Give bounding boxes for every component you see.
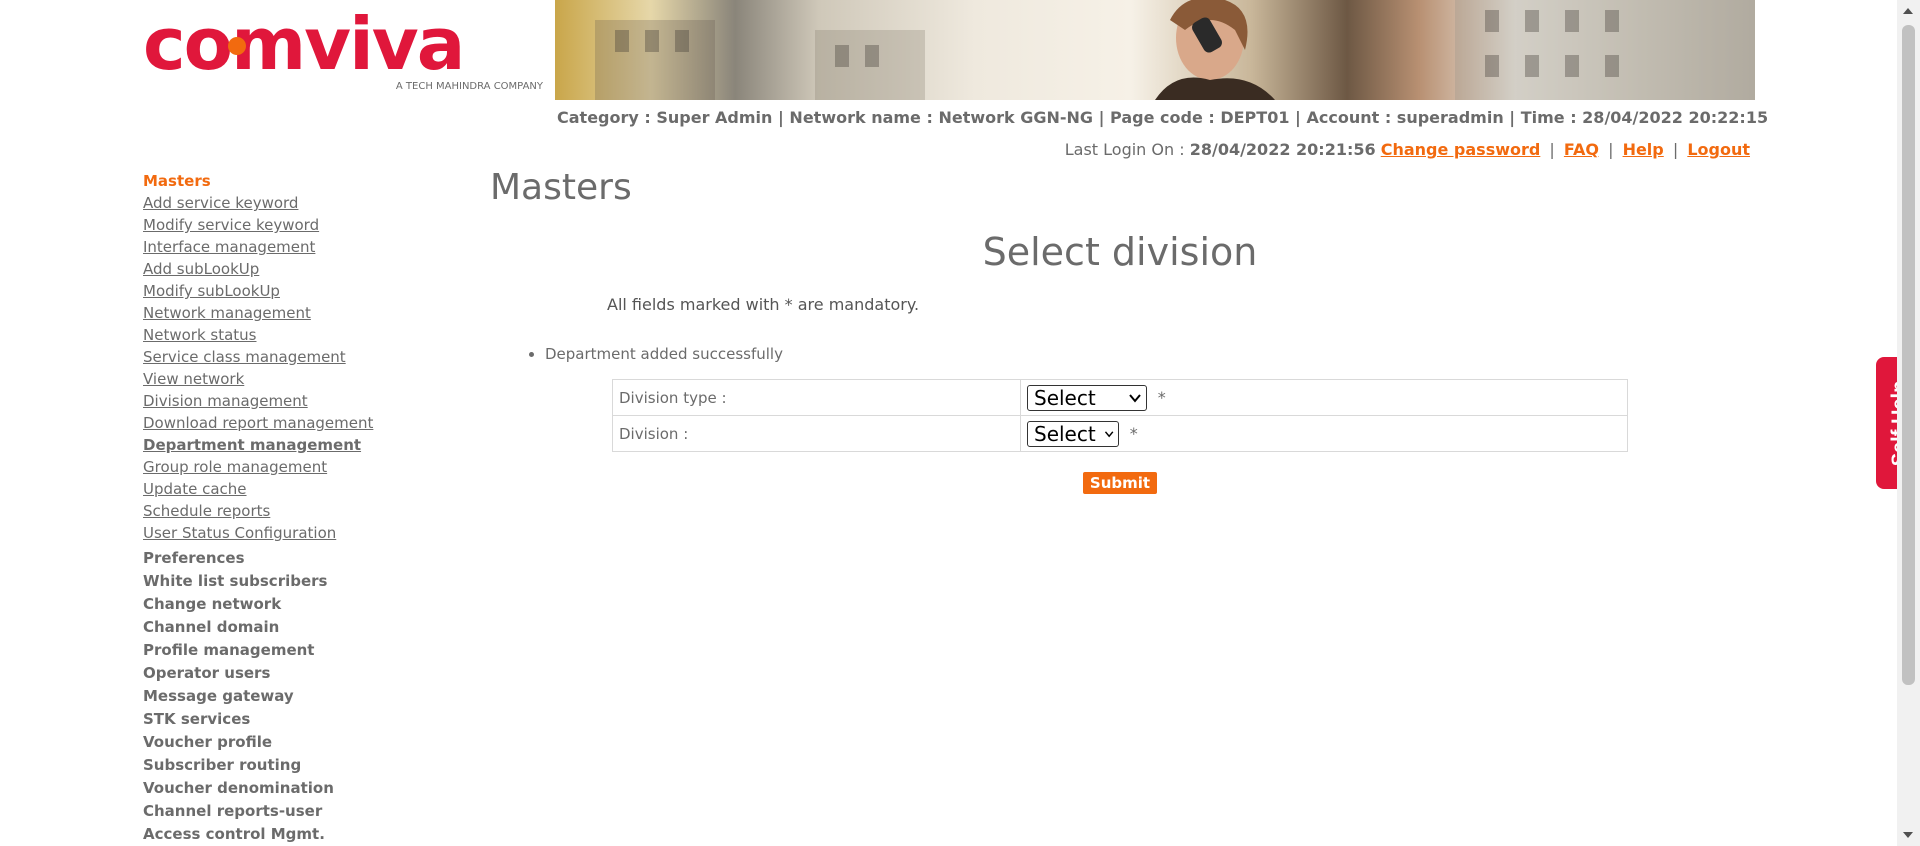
sidebar-link-schedule-reports[interactable]: Schedule reports	[143, 500, 443, 522]
sidebar-group-white-list-subscribers[interactable]: White list subscribers	[143, 570, 443, 593]
last-login-value: 28/04/2022 20:21:56	[1189, 140, 1376, 159]
division-cell: Select *	[1020, 415, 1628, 452]
form-row-division-type: Division type : Select *	[612, 379, 1628, 416]
division-type-cell: Select *	[1020, 379, 1628, 416]
scrollbar-thumb[interactable]	[1902, 25, 1915, 685]
sidebar-group-subscriber-routing[interactable]: Subscriber routing	[143, 754, 443, 777]
sidebar-link-download-report-management[interactable]: Download report management	[143, 412, 443, 434]
sidebar-group-stk-services[interactable]: STK services	[143, 708, 443, 731]
sidebar-group-channel-reports-user[interactable]: Channel reports-user	[143, 800, 443, 823]
sidebar-link-network-status[interactable]: Network status	[143, 324, 443, 346]
pagecode-label: Page code :	[1110, 108, 1215, 127]
woman-on-phone-image	[1155, 0, 1275, 100]
sidebar-link-update-cache[interactable]: Update cache	[143, 478, 443, 500]
division-select[interactable]: Select	[1027, 420, 1119, 447]
sidebar-group-operator-users[interactable]: Operator users	[143, 662, 443, 685]
link-separator: |	[1672, 140, 1679, 159]
logo-tagline: A TECH MAHINDRA COMPANY	[396, 81, 543, 92]
submit-button[interactable]: Submit	[1083, 472, 1157, 494]
chevron-down-icon	[1104, 430, 1114, 437]
link-separator: |	[1549, 140, 1555, 159]
sidebar-link-service-class-management[interactable]: Service class management	[143, 346, 443, 368]
info-separator: |	[778, 108, 784, 127]
pagecode-value: DEPT01	[1220, 108, 1290, 127]
scroll-down-icon[interactable]	[1903, 832, 1913, 838]
last-login-label: Last Login On :	[1064, 140, 1185, 159]
division-selected: Select	[1034, 421, 1096, 446]
category-value: Super Admin	[656, 108, 773, 127]
sidebar-group-channel-domain[interactable]: Channel domain	[143, 616, 443, 639]
info-separator: |	[1509, 108, 1516, 127]
division-label: Division :	[612, 415, 1021, 452]
scroll-up-icon[interactable]	[1903, 8, 1913, 14]
header-banner-image	[555, 0, 1755, 100]
sidebar-link-add-service-keyword[interactable]: Add service keyword	[143, 192, 443, 214]
sidebar-link-network-management[interactable]: Network management	[143, 302, 443, 324]
section-title: Select division	[982, 230, 1258, 274]
time-value: 28/04/2022 20:22:15	[1582, 108, 1769, 127]
sidebar-group-access-control-mgmt[interactable]: Access control Mgmt.	[143, 823, 443, 846]
required-asterisk: *	[1129, 424, 1138, 443]
info-separator: |	[1098, 108, 1105, 127]
message-list: Department added successfully	[520, 345, 783, 363]
network-value: Network GGN-NG	[938, 108, 1094, 127]
last-login-bar: Last Login On : 28/04/2022 20:21:56 Chan…	[1065, 140, 1750, 159]
logout-link[interactable]: Logout	[1687, 140, 1750, 159]
mandatory-note: All fields marked with * are mandatory.	[607, 295, 920, 314]
change-password-link[interactable]: Change password	[1381, 140, 1541, 159]
sidebar-group-change-network[interactable]: Change network	[143, 593, 443, 616]
sidebar-group-message-gateway[interactable]: Message gateway	[143, 685, 443, 708]
sidebar-link-department-management[interactable]: Department management	[143, 434, 443, 456]
faq-link[interactable]: FAQ	[1564, 140, 1599, 159]
sidebar-link-user-status-configuration[interactable]: User Status Configuration	[143, 522, 443, 544]
division-type-selected: Select	[1034, 385, 1096, 410]
sidebar-link-division-management[interactable]: Division management	[143, 390, 443, 412]
time-label: Time :	[1520, 108, 1577, 127]
sidebar-group-preferences[interactable]: Preferences	[143, 547, 443, 570]
logo-swirl-icon	[228, 37, 246, 55]
division-type-label: Division type :	[612, 379, 1021, 416]
division-form-table: Division type : Select * Division : Sele…	[612, 379, 1628, 452]
info-separator: |	[1295, 108, 1301, 127]
logo-text: comviva	[143, 6, 463, 86]
sidebar-group-profile-management[interactable]: Profile management	[143, 639, 443, 662]
division-type-select[interactable]: Select	[1027, 384, 1147, 411]
sidebar-heading-masters[interactable]: Masters	[143, 170, 443, 192]
sidebar-group-voucher-profile[interactable]: Voucher profile	[143, 731, 443, 754]
category-label: Category :	[557, 108, 651, 127]
help-link[interactable]: Help	[1623, 140, 1664, 159]
comviva-logo: comviva A TECH MAHINDRA COMPANY	[143, 6, 543, 96]
vertical-scrollbar[interactable]	[1897, 0, 1920, 846]
chevron-down-icon	[1129, 393, 1141, 403]
link-separator: |	[1608, 140, 1614, 159]
page-title: Masters	[490, 167, 632, 208]
account-value: superadmin	[1396, 108, 1504, 127]
required-asterisk: *	[1157, 388, 1166, 407]
session-info-bar: Category : Super Admin | Network name : …	[557, 108, 1768, 127]
success-message: Department added successfully	[545, 345, 783, 363]
sidebar-link-modify-sublookup[interactable]: Modify subLookUp	[143, 280, 443, 302]
sidebar-link-view-network[interactable]: View network	[143, 368, 443, 390]
network-label: Network name :	[789, 108, 933, 127]
account-label: Account :	[1306, 108, 1392, 127]
form-row-division: Division : Select *	[612, 415, 1628, 452]
sidebar-link-group-role-management[interactable]: Group role management	[143, 456, 443, 478]
sidebar-group-voucher-denomination[interactable]: Voucher denomination	[143, 777, 443, 800]
